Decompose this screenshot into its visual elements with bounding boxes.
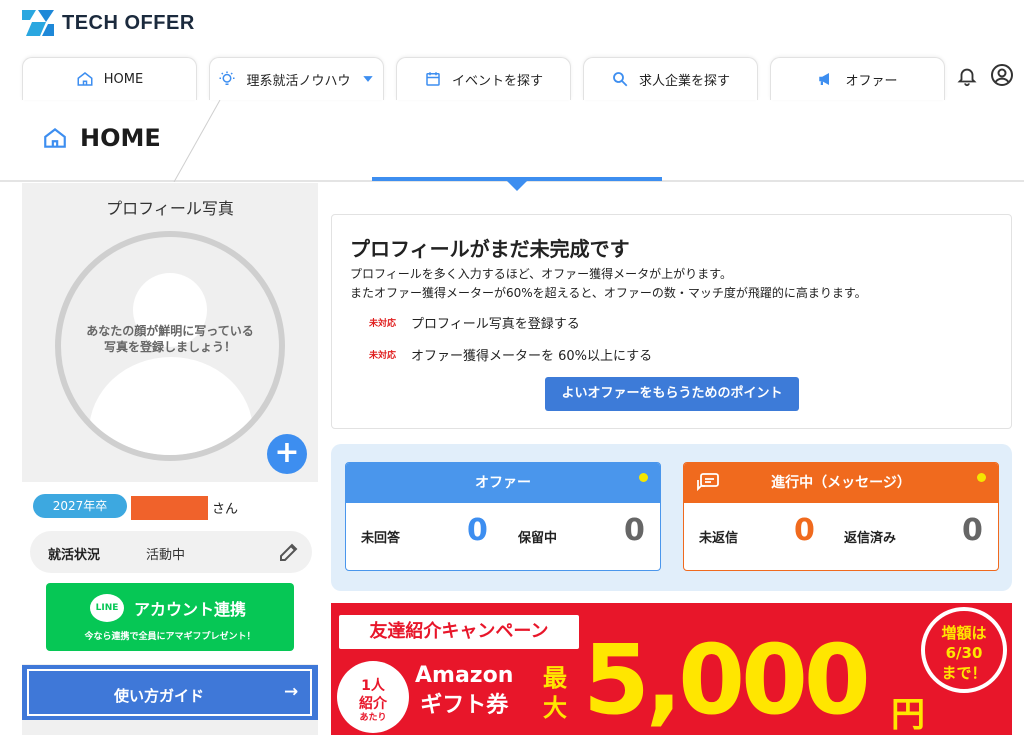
user-account-icon[interactable] bbox=[990, 63, 1014, 87]
per-person-line1: 1人 bbox=[361, 678, 385, 694]
brand-name: TECH OFFER bbox=[62, 11, 195, 34]
search-icon bbox=[613, 72, 628, 87]
divider-line bbox=[173, 100, 221, 182]
caret-down-icon[interactable] bbox=[361, 72, 375, 86]
tab-label: 求人企業を探す bbox=[638, 73, 730, 89]
tech-offer-logo-icon bbox=[22, 10, 54, 36]
photo-title: プロフィール写真 bbox=[106, 199, 234, 218]
replied-label: 返信済み bbox=[844, 531, 897, 546]
burst-line2: 6/30 bbox=[945, 644, 983, 662]
chat-icon bbox=[697, 473, 719, 492]
notification-dot bbox=[977, 473, 986, 482]
notification-dot bbox=[639, 473, 648, 482]
profile-photo-placeholder[interactable]: あなたの顔が鮮明に写っている 写真を登録しましょう！ bbox=[55, 231, 285, 461]
unreplied-label: 未返信 bbox=[699, 531, 739, 546]
bell-icon[interactable] bbox=[956, 65, 978, 87]
unanswered-label: 未回答 bbox=[361, 531, 401, 546]
campaign-title: 友達紹介キャンペーン bbox=[339, 615, 579, 649]
page-header: HOME bbox=[0, 100, 1024, 182]
todo-item[interactable]: 未対応 オファー獲得メーターを 60%以上にする bbox=[369, 345, 652, 364]
offer-stats-card[interactable]: オファー 未回答 0 保留中 0 bbox=[345, 462, 661, 571]
burst-line3: まで！ bbox=[941, 664, 987, 682]
message-stats-title: 進行中（メッセージ） bbox=[771, 475, 911, 491]
gift-card-label: Amazon ギフト券 bbox=[415, 661, 513, 721]
burst-line1: 増額は bbox=[941, 624, 987, 642]
unreplied-count: 0 bbox=[794, 513, 815, 548]
todo-item[interactable]: 未対応 プロフィール写真を登録する bbox=[369, 313, 580, 332]
referral-campaign-banner[interactable]: 友達紹介キャンペーン 1人 紹介 あたり Amazon ギフト券 最 大 5,0… bbox=[331, 603, 1012, 735]
unanswered-count: 0 bbox=[467, 513, 488, 548]
max-line1: 最 bbox=[543, 664, 567, 692]
tab-label: オファー bbox=[845, 73, 898, 89]
arrow-right-icon: → bbox=[284, 682, 299, 702]
active-indicator-arrow bbox=[507, 181, 527, 191]
line-button-label: アカウント連携 bbox=[134, 600, 247, 619]
lightbulb-icon bbox=[219, 71, 235, 85]
currency-label: 円 bbox=[891, 695, 925, 735]
page-title: HOME bbox=[42, 124, 161, 152]
profile-incomplete-card: プロフィールがまだ未完成です プロフィールを多く入力するほど、オファー獲得メータ… bbox=[331, 214, 1012, 429]
tab-events[interactable]: イベントを探す bbox=[396, 57, 571, 100]
page-title-text: HOME bbox=[80, 124, 161, 152]
on-hold-count: 0 bbox=[624, 513, 645, 548]
usage-guide-button[interactable]: 使い方ガイド → bbox=[22, 665, 318, 720]
profile-card-desc-1: プロフィールを多く入力するほど、オファー獲得メータが上がります。 bbox=[350, 267, 732, 281]
tab-label: 理系就活ノウハウ bbox=[246, 73, 351, 89]
line-link-button[interactable]: LINE アカウント連携 今なら連携で全員にアマギフプレゼント！ bbox=[46, 583, 294, 651]
tab-home[interactable]: HOME bbox=[22, 57, 197, 100]
photo-message: あなたの顔が鮮明に写っている 写真を登録しましょう！ bbox=[61, 323, 279, 355]
line-button-sub: 今なら連携で全員にアマギフプレゼント！ bbox=[84, 632, 256, 642]
edit-icon[interactable] bbox=[277, 540, 301, 564]
message-stats-header: 進行中（メッセージ） bbox=[684, 463, 998, 503]
stats-panel: オファー 未回答 0 保留中 0 進行中（メッセージ） 未返信 0 返信済み 0 bbox=[331, 444, 1012, 591]
guide-label: 使い方ガイド bbox=[114, 687, 205, 705]
todo-text: プロフィール写真を登録する bbox=[411, 317, 580, 332]
message-stats-card[interactable]: 進行中（メッセージ） 未返信 0 返信済み 0 bbox=[683, 462, 999, 571]
per-person-badge: 1人 紹介 あたり bbox=[337, 661, 409, 733]
redacted-name bbox=[131, 496, 208, 520]
name-suffix: さん bbox=[212, 502, 239, 517]
tab-label: HOME bbox=[103, 71, 144, 87]
gift-line2: ギフト券 bbox=[420, 693, 509, 718]
reward-amount: 5,000 bbox=[583, 624, 871, 735]
calendar-icon bbox=[426, 72, 440, 86]
max-line2: 大 bbox=[543, 694, 567, 722]
megaphone-icon bbox=[819, 73, 830, 85]
offer-stats-title: オファー bbox=[475, 475, 531, 491]
avatar-body-shape bbox=[89, 357, 253, 455]
per-person-small: あたり bbox=[359, 713, 387, 723]
home-icon bbox=[44, 127, 66, 148]
tab-offers[interactable]: オファー bbox=[770, 57, 945, 100]
tab-companies[interactable]: 求人企業を探す bbox=[583, 57, 758, 100]
photo-message-line2: 写真を登録しましょう！ bbox=[103, 340, 236, 354]
tab-know-how[interactable]: 理系就活ノウハウ bbox=[209, 57, 384, 100]
tab-label: イベントを探す bbox=[451, 73, 543, 89]
graduation-year-badge: 2027年卒 bbox=[33, 494, 127, 518]
on-hold-label: 保留中 bbox=[518, 531, 558, 546]
add-photo-button[interactable]: + bbox=[267, 434, 307, 474]
job-hunt-status: 就活状況 活動中 bbox=[30, 531, 312, 573]
offer-tips-button[interactable]: よいオファーをもらうためのポイント bbox=[545, 377, 799, 411]
photo-message-line1: あなたの顔が鮮明に写っている bbox=[86, 324, 254, 338]
status-value: 活動中 bbox=[146, 548, 186, 563]
home-icon bbox=[77, 72, 93, 86]
profile-card-desc-2: またオファー獲得メーターが60%を超えると、オファーの数・マッチ度が飛躍的に高ま… bbox=[350, 286, 867, 300]
todo-status-tag: 未対応 bbox=[369, 351, 397, 361]
deadline-burst: 増額は 6/30 まで！ bbox=[921, 607, 1007, 693]
max-label: 最 大 bbox=[543, 663, 567, 723]
todo-text: オファー獲得メーターを 60%以上にする bbox=[411, 349, 653, 364]
replied-count: 0 bbox=[962, 513, 983, 548]
status-label: 就活状況 bbox=[48, 548, 101, 563]
gift-line1: Amazon bbox=[415, 663, 514, 688]
profile-card-heading: プロフィールがまだ未完成です bbox=[350, 237, 630, 261]
main-nav: HOME 理系就活ノウハウ イベントを探す 求人企業を探す オファー bbox=[22, 57, 945, 100]
line-logo-icon: LINE bbox=[90, 594, 124, 622]
brand-logo[interactable]: TECH OFFER bbox=[22, 10, 195, 36]
todo-status-tag: 未対応 bbox=[369, 319, 397, 329]
per-person-line2: 紹介 bbox=[359, 696, 387, 712]
offer-stats-header: オファー bbox=[346, 463, 660, 503]
